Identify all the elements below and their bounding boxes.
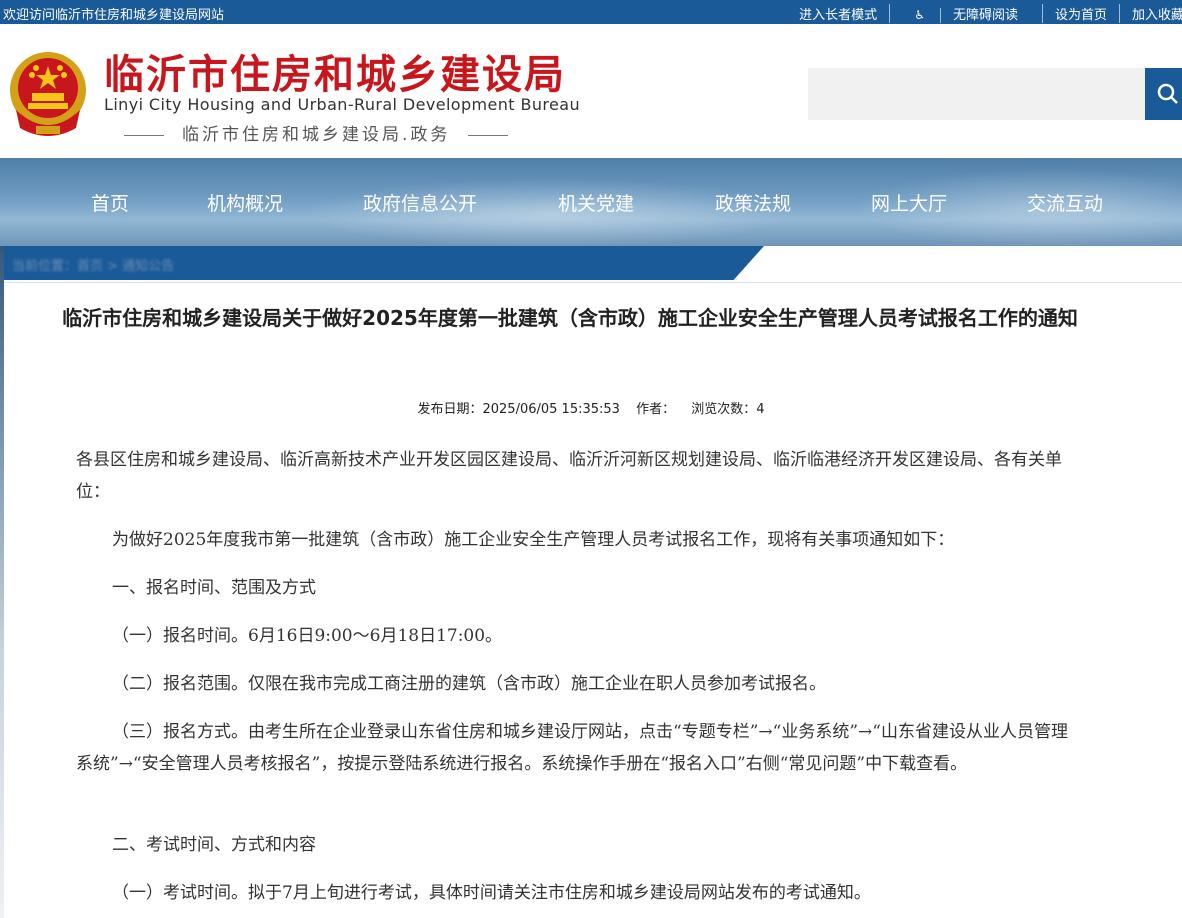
site-title-en: Linyi City Housing and Urban-Rural Devel… [104,95,581,114]
publish-date: 发布日期：2025/06/05 15:35:53 [417,402,620,417]
paragraph-time: （一）报名时间。6月16日9:00～6月18日17:00。 [112,626,503,646]
elder-mode-link[interactable]: 进入长者模式 [787,4,889,23]
search-button[interactable] [1145,68,1182,120]
add-favorite-link[interactable]: 加入收藏 [1118,4,1182,23]
paragraph-intro: 为做好2025年度我市第一批建筑（含市政）施工企业安全生产管理人员考试报名工作，… [112,530,955,550]
nav-item-interaction[interactable]: 交流互动 [1027,189,1103,216]
article-meta: 发布日期：2025/06/05 15:35:53 作者： 浏览次数：4 [0,398,1182,417]
accessibility-icon: ♿ [914,8,925,22]
nav-item-gov-info[interactable]: 政府信息公开 [363,189,477,216]
search-input[interactable] [808,68,1146,120]
national-emblem-icon [6,48,90,138]
nav-item-party[interactable]: 机关党建 [558,189,634,216]
article-title: 临沂市住房和城乡建设局关于做好2025年度第一批建筑（含市政）施工企业安全生产管… [62,306,1078,330]
paragraph-exam-time: （一）考试时间。拟于7月上旬进行考试，具体时间请关注市住房和城乡建设局网站发布的… [112,883,871,903]
paragraph-scope: （二）报名范围。仅限在我市完成工商注册的建筑（含市政）施工企业在职人员参加考试报… [112,674,826,694]
nav-item-online-hall[interactable]: 网上大厅 [871,189,947,216]
nav-item-home[interactable]: 首页 [91,189,129,216]
welcome-text: 欢迎访问临沂市住房和城乡建设局网站 [3,8,225,23]
left-edge-scenery [0,246,4,918]
author: 作者： [636,402,676,417]
nav-item-policy[interactable]: 政策法规 [715,189,791,216]
divider [124,134,164,136]
view-count: 浏览次数：4 [691,402,765,417]
accessibility-label: 无障碍阅读 [939,8,1030,23]
top-links: 进入长者模式 ♿ 无障碍阅读 设为首页 加入收藏 [787,4,1182,23]
paragraph-recipients: 各县区住房和城乡建设局、临沂高新技术产业开发区园区建设局、临沂沂河新区规划建设局… [76,450,1062,502]
divider [468,134,509,136]
nav-item-org[interactable]: 机构概况 [207,189,283,216]
set-homepage-link[interactable]: 设为首页 [1041,4,1119,23]
site-header: 临沂市住房和城乡建设局 Linyi City Housing and Urban… [0,24,1182,158]
site-subtitle-text: 临沂市住房和城乡建设局.政务 [182,125,451,145]
main-nav: 首页 机构概况 政府信息公开 机关党建 政策法规 网上大厅 交流互动 [0,158,1182,246]
breadcrumb[interactable]: 当前位置：首页 > 通知公告 [12,255,174,274]
search-icon [1157,83,1178,104]
site-subtitle: 临沂市住房和城乡建设局.政务 [106,120,526,145]
section-heading-1: 一、报名时间、范围及方式 [112,578,316,598]
paragraph-method: （三）报名方式。由考生所在企业登录山东省住房和城乡建设厅网站，点击“专题专栏”→… [76,722,1068,774]
site-title: 临沂市住房和城乡建设局 [104,51,566,98]
top-bar: 欢迎访问临沂市住房和城乡建设局网站 进入长者模式 ♿ 无障碍阅读 设为首页 加入收… [0,0,1182,24]
section-heading-2: 二、考试时间、方式和内容 [112,835,316,855]
accessibility-link[interactable]: ♿ 无障碍阅读 [889,4,1042,23]
